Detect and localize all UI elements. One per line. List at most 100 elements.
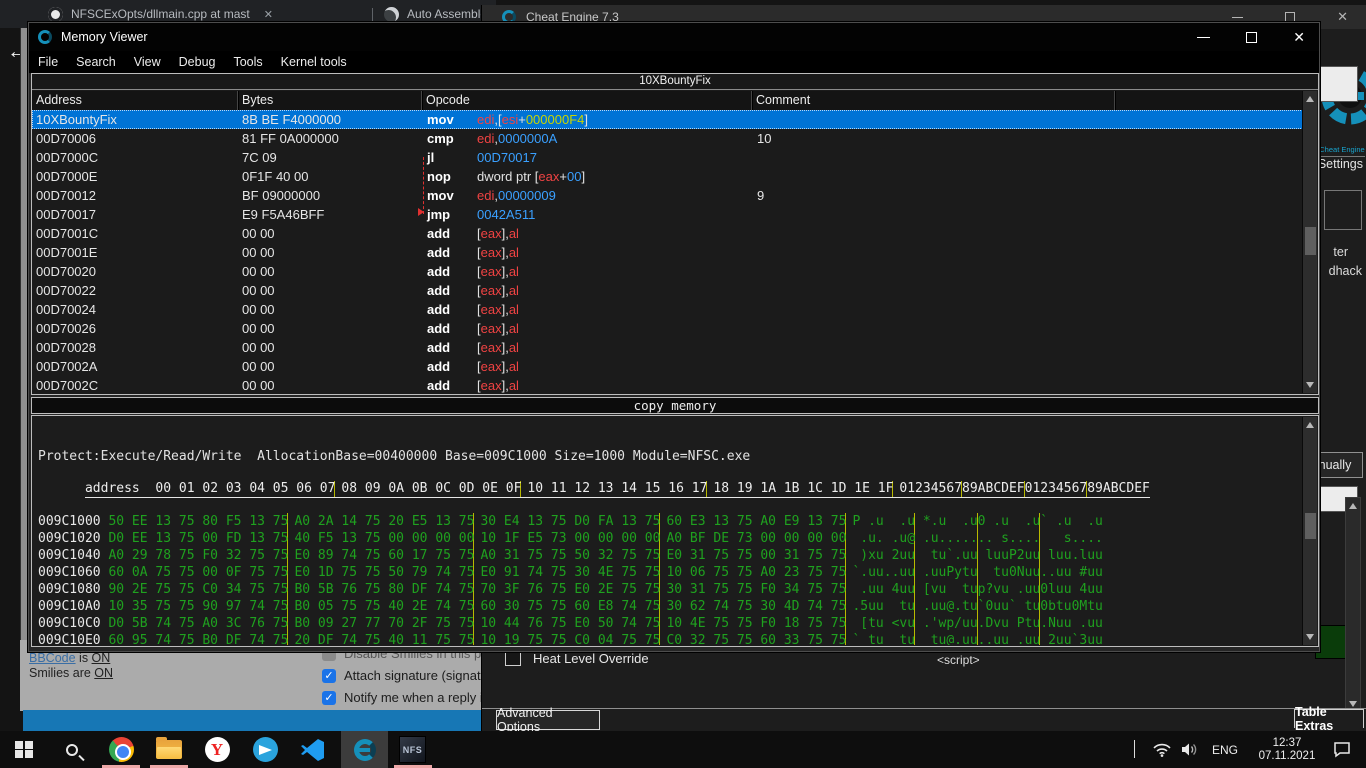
yandex-icon: Y (205, 737, 230, 762)
disasm-row[interactable]: 00D7000681 FF 0A000000cmpedi,0000000A10 (32, 129, 1303, 148)
minimize-icon[interactable] (1232, 17, 1243, 18)
menu-file[interactable]: File (29, 55, 67, 69)
scrollbar-thumb[interactable] (1305, 227, 1316, 255)
hex-row[interactable]: 009C10E060 95 74 75 B0 DF 74 7520 DF 74 … (38, 632, 1301, 645)
scroll-down-icon[interactable] (1306, 382, 1314, 388)
taskbar-yandex[interactable]: Y (197, 731, 237, 768)
scroll-down-icon[interactable] (1306, 634, 1314, 640)
hex-row[interactable]: 009C106060 0A 75 75 00 0F 75 75E0 1D 75 … (38, 564, 1301, 581)
settings-label[interactable]: Settings (1318, 157, 1363, 171)
disasm-row[interactable]: 00D7002C00 00add[eax],al (32, 376, 1303, 394)
disassembler-panel: 10XBountyFix Address Bytes Opcode Commen… (31, 73, 1319, 395)
heat-level-override-checkbox[interactable]: Heat Level Override (505, 650, 649, 666)
bbcode-link[interactable]: BBCode (29, 651, 76, 665)
region-info-line: Protect:Execute/Read/Write AllocationBas… (38, 448, 1301, 466)
disasm-row[interactable]: 00D7002000 00add[eax],al (32, 262, 1303, 281)
maximize-icon[interactable] (1246, 32, 1257, 43)
checkbox-checked-icon[interactable]: ✓ (322, 691, 336, 705)
disasm-row[interactable]: 10XBountyFix8B BE F4000000movedi,[esi+00… (32, 110, 1303, 129)
address-list-scrollbar[interactable] (1345, 497, 1361, 713)
github-favicon-icon (48, 7, 63, 22)
wifi-icon[interactable] (1153, 743, 1171, 757)
taskbar-cheat-engine-active[interactable] (341, 731, 388, 768)
menu-tools[interactable]: Tools (224, 55, 271, 69)
table-extras-button[interactable]: Table Extras (1294, 709, 1364, 728)
clock[interactable]: 12:37 07.11.2021 (1252, 737, 1322, 763)
scrollbar-thumb[interactable] (1305, 513, 1316, 539)
jump-arrow-icon (418, 208, 424, 216)
taskbar-chrome[interactable] (101, 731, 141, 768)
disasm-row[interactable]: 00D7002600 00add[eax],al (32, 319, 1303, 338)
disasm-row[interactable]: 00D7002A00 00add[eax],al (32, 357, 1303, 376)
taskbar-file-explorer[interactable] (149, 731, 189, 768)
taskbar-vscode[interactable] (293, 731, 333, 768)
browser-tab-1-label: NFSCExOpts/dllmain.cpp at mast (71, 7, 250, 21)
tab-close-icon[interactable]: ✕ (264, 8, 273, 21)
start-button[interactable] (4, 731, 44, 768)
memory-viewer-title: Memory Viewer (61, 30, 148, 44)
language-indicator[interactable]: ENG (1212, 743, 1238, 757)
forum-submit-bar[interactable] (23, 710, 481, 731)
menu-kernel-tools[interactable]: Kernel tools (272, 55, 356, 69)
speaker-icon[interactable] (1181, 742, 1200, 757)
column-address[interactable]: Address (32, 91, 238, 110)
disasm-row[interactable]: 00D7002800 00add[eax],al (32, 338, 1303, 357)
column-comment[interactable]: Comment (752, 91, 1115, 110)
column-opcode[interactable]: Opcode (422, 91, 752, 110)
scroll-up-icon[interactable] (1306, 422, 1314, 428)
chrome-icon (109, 737, 134, 762)
search-icon (66, 744, 78, 756)
disasm-row[interactable]: 00D7002400 00add[eax],al (32, 300, 1303, 319)
background-panel (1316, 66, 1358, 102)
hex-row[interactable]: 009C10A010 35 75 75 90 97 74 75B0 05 75 … (38, 598, 1301, 615)
hex-row[interactable]: 009C100050 EE 13 75 80 F5 13 75A0 2A 14 … (38, 513, 1301, 530)
hex-view-content[interactable]: Protect:Execute/Read/Write AllocationBas… (38, 418, 1301, 645)
clipped-label-speedhack: dhack (1329, 264, 1362, 278)
disassembler-scrollbar[interactable] (1302, 91, 1317, 393)
memory-viewer-titlebar[interactable]: Memory Viewer ✕ (29, 23, 1319, 51)
folder-icon (156, 740, 182, 759)
checkbox-notify-reply[interactable]: ✓ Notify me when a reply is (322, 690, 492, 705)
memory-viewer-window: Memory Viewer ✕ FileSearchViewDebugTools… (28, 22, 1320, 652)
checkbox-attach-signature[interactable]: ✓ Attach signature (signatur (322, 668, 492, 683)
checkbox-icon[interactable] (505, 650, 521, 666)
clipped-label-ter: ter (1333, 245, 1348, 259)
cheat-engine-logo-caption: Cheat Engine (1319, 145, 1365, 157)
scroll-up-icon[interactable] (1306, 96, 1314, 102)
minimize-icon[interactable] (1197, 37, 1210, 38)
scroll-up-icon[interactable] (1349, 503, 1357, 509)
jump-line-indicator (423, 157, 424, 214)
taskbar-nfs-game[interactable]: NFS (389, 731, 436, 768)
hex-view-scrollbar[interactable] (1302, 417, 1317, 645)
hex-row[interactable]: 009C1040A0 29 78 75 F0 32 75 75E0 89 74 … (38, 547, 1301, 564)
maximize-icon[interactable] (1285, 12, 1295, 22)
divider (482, 708, 1366, 709)
windows-logo-icon (15, 741, 33, 759)
disasm-row[interactable]: 00D7000C7C 09jl00D70017 (32, 148, 1303, 167)
hex-row[interactable]: 009C10C0D0 5B 74 75 A0 3C 76 75B0 09 27 … (38, 615, 1301, 632)
menu-view[interactable]: View (125, 55, 170, 69)
windows-taskbar: Y NFS ENG 12:37 07.11.2021 (0, 731, 1366, 768)
hex-row[interactable]: 009C108090 2E 75 75 C0 34 75 75B0 5B 76 … (38, 581, 1301, 598)
column-bytes[interactable]: Bytes (238, 91, 422, 110)
menu-debug[interactable]: Debug (170, 55, 225, 69)
disassembler-column-headers: Address Bytes Opcode Comment (32, 91, 1303, 110)
advanced-options-button[interactable]: Advanced Options (496, 710, 600, 730)
tray-date: 07.11.2021 (1252, 750, 1322, 763)
close-icon[interactable]: ✕ (1337, 9, 1348, 25)
hex-row[interactable]: 009C1020D0 EE 13 75 00 FD 13 7540 F5 13 … (38, 530, 1301, 547)
menu-search[interactable]: Search (67, 55, 125, 69)
copy-memory-bar[interactable]: copy memory (31, 397, 1319, 414)
checkbox-checked-icon[interactable]: ✓ (322, 669, 336, 683)
notification-center-icon[interactable] (1332, 741, 1352, 758)
disasm-row[interactable]: 00D7001C00 00add[eax],al (32, 224, 1303, 243)
taskbar-telegram[interactable] (245, 731, 285, 768)
disasm-row[interactable]: 00D70017E9 F5A46BFFjmp0042A511 (32, 205, 1303, 224)
disasm-row[interactable]: 00D7001E00 00add[eax],al (32, 243, 1303, 262)
close-icon[interactable]: ✕ (1293, 29, 1305, 46)
disasm-row[interactable]: 00D7002200 00add[eax],al (32, 281, 1303, 300)
disasm-row[interactable]: 00D7000E0F1F 40 00nopdword ptr [eax+00] (32, 167, 1303, 186)
taskbar-search-button[interactable] (52, 731, 92, 768)
disasm-row[interactable]: 00D70012BF 09000000movedi,000000099 (32, 186, 1303, 205)
tray-chevron-icon[interactable] (1134, 741, 1135, 759)
